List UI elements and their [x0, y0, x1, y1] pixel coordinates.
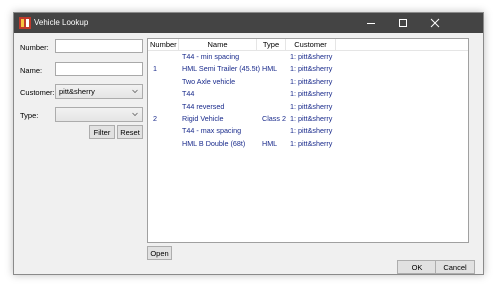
column-header-type[interactable]: Type	[257, 39, 286, 50]
table-row[interactable]: 2 Rigid Vehicle Class 2 1: pitt&sherry	[148, 113, 468, 125]
ok-button[interactable]: OK	[397, 260, 437, 274]
cell-customer: 1: pitt&sherry	[290, 64, 333, 74]
close-icon	[430, 18, 440, 28]
cell-customer: 1: pitt&sherry	[290, 89, 333, 99]
cell-customer: 1: pitt&sherry	[290, 138, 333, 148]
column-header-number[interactable]: Number	[148, 39, 179, 50]
cell-type: Class 2	[262, 114, 286, 123]
chevron-down-icon	[132, 112, 138, 117]
customer-select-value: pitt&sherry	[59, 87, 95, 96]
cell-type: HML	[262, 64, 278, 74]
customer-label: Customer:	[20, 88, 55, 97]
cell-customer: 1: pitt&sherry	[290, 76, 333, 86]
cell-name: Two Axle vehicle	[182, 76, 236, 86]
reset-button[interactable]: Reset	[117, 125, 143, 139]
maximize-button[interactable]	[387, 13, 419, 33]
cell-customer: 1: pitt&sherry	[290, 114, 333, 123]
list-header: Number Name Type Customer	[148, 39, 468, 51]
vehicle-list[interactable]: Number Name Type Customer T44 - min spac…	[147, 38, 469, 243]
cell-name: HML B Double (68t)	[182, 138, 246, 148]
cell-name: T44 - min spacing	[182, 52, 240, 61]
name-input[interactable]	[55, 62, 143, 76]
name-label: Name:	[20, 66, 43, 75]
minimize-button[interactable]	[355, 13, 387, 33]
table-row[interactable]: T44 - min spacing 1: pitt&sherry	[148, 51, 468, 63]
cell-customer: 1: pitt&sherry	[290, 126, 333, 136]
cell-name: HML Semi Trailer (45.5t)	[182, 64, 261, 74]
cell-name: T44 reversed	[182, 101, 225, 111]
cell-name: T44 - max spacing	[182, 126, 242, 136]
minimize-icon	[367, 23, 375, 24]
cell-number: 2	[153, 114, 157, 123]
type-label: Type:	[20, 111, 39, 120]
open-button[interactable]: Open	[147, 246, 172, 260]
cell-name: Rigid Vehicle	[182, 114, 224, 123]
column-header-name[interactable]: Name	[179, 39, 257, 50]
customer-select[interactable]: pitt&sherry	[55, 84, 143, 99]
cell-customer: 1: pitt&sherry	[290, 101, 333, 111]
cell-name: T44	[182, 89, 195, 99]
table-row[interactable]: Two Axle vehicle 1: pitt&sherry	[148, 76, 468, 88]
number-input[interactable]	[55, 39, 143, 53]
cell-number: 1	[153, 64, 157, 74]
number-label: Number:	[20, 43, 49, 52]
app-icon	[19, 17, 31, 29]
chevron-down-icon	[132, 89, 138, 94]
close-button[interactable]	[419, 13, 451, 33]
vehicle-lookup-window: Vehicle Lookup Number: Name: Customer: p…	[13, 12, 484, 275]
table-row[interactable]: 1 HML Semi Trailer (45.5t) HML 1: pitt&sher…	[148, 63, 468, 75]
table-row[interactable]: HML B Double (68t) HML 1: pitt&sherry	[148, 138, 468, 150]
filter-button[interactable]: Filter	[89, 125, 115, 139]
column-header-customer[interactable]: Customer	[286, 39, 336, 50]
type-select[interactable]	[55, 107, 143, 122]
cancel-button[interactable]: Cancel	[435, 260, 475, 274]
table-row[interactable]: T44 1: pitt&sherry	[148, 88, 468, 100]
maximize-icon	[399, 19, 407, 27]
table-row[interactable]: T44 - max spacing 1: pitt&sherry	[148, 125, 468, 137]
title-bar[interactable]: Vehicle Lookup	[14, 13, 483, 33]
table-row[interactable]: T44 reversed 1: pitt&sherry	[148, 101, 468, 113]
cell-type: HML	[262, 138, 278, 148]
window-title: Vehicle Lookup	[34, 18, 89, 27]
cell-customer: 1: pitt&sherry	[290, 52, 333, 61]
